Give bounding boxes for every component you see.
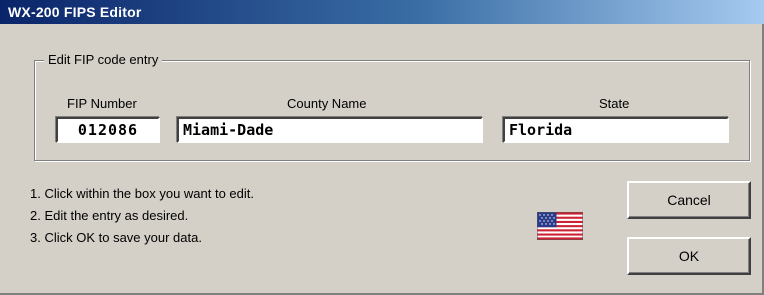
state-label: State	[599, 96, 630, 111]
fip-number-field[interactable]: 012086	[56, 117, 160, 143]
cancel-button[interactable]: Cancel	[627, 181, 751, 219]
ok-button[interactable]: OK	[627, 237, 751, 275]
instruction-step-1: 1. Click within the box you want to edit…	[30, 186, 255, 201]
groupbox-legend: Edit FIP code entry	[44, 52, 163, 67]
instructions-list: 1. Click within the box you want to edit…	[30, 183, 254, 249]
county-name-label: County Name	[287, 96, 367, 111]
edit-entry-groupbox	[34, 60, 750, 161]
county-name-field[interactable]: Miami-Dade	[177, 117, 483, 143]
instruction-step-3: 3. Click OK to save your data.	[30, 230, 202, 245]
window-title: WX-200 FIPS Editor	[8, 4, 142, 20]
title-bar[interactable]: WX-200 FIPS Editor	[0, 0, 764, 24]
us-flag-icon	[537, 212, 583, 240]
state-field[interactable]: Florida	[503, 117, 729, 143]
fips-editor-window: WX-200 FIPS Editor Edit FIP code entry F…	[0, 0, 764, 295]
instruction-step-2: 2. Edit the entry as desired.	[30, 208, 189, 223]
fip-number-label: FIP Number	[67, 96, 137, 111]
